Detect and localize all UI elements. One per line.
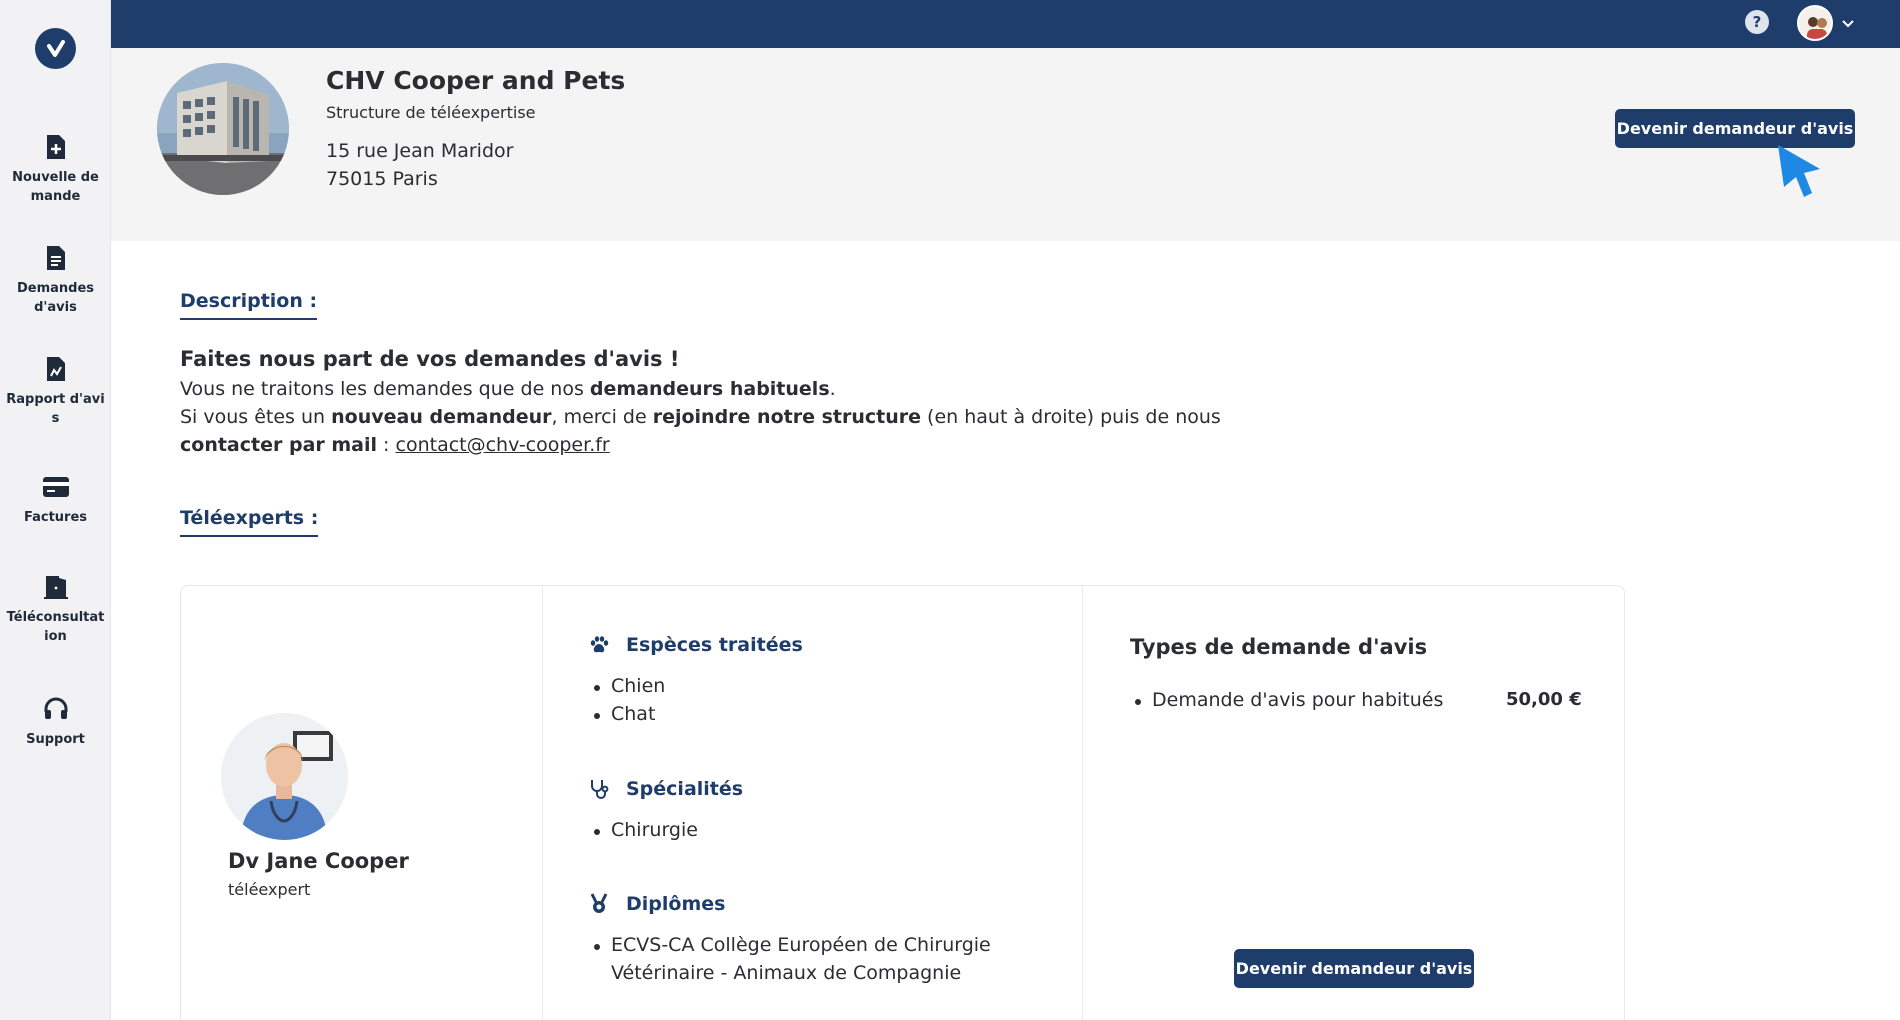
request-type-label: Demande d'avis pour habitués — [1135, 689, 1443, 711]
sidebar-item-label: Téléconsultation — [6, 610, 105, 644]
species-title: Espèces traitées — [626, 634, 803, 656]
building-image — [157, 63, 289, 195]
paw-icon — [588, 634, 610, 656]
help-icon[interactable]: ? — [1745, 10, 1769, 34]
address-street: 15 rue Jean Maridor — [326, 140, 514, 162]
chevron-down-icon[interactable] — [1840, 15, 1856, 31]
species-item: Chat — [594, 703, 655, 725]
credit-card-icon — [41, 472, 71, 502]
text-bold: contacter par mail — [180, 434, 378, 456]
file-text-icon — [41, 243, 71, 273]
file-plus-icon — [41, 132, 71, 162]
sidebar-item-label: Support — [26, 732, 85, 747]
top-bar — [111, 0, 1900, 48]
diploma-continuation-text: Vétérinaire - Animaux de Compagnie — [611, 962, 962, 984]
stethoscope-icon — [588, 778, 610, 800]
text-span: Si vous êtes un — [180, 406, 332, 428]
text-span: , merci de — [551, 406, 653, 428]
sidebar-item-demandes-avis[interactable]: Demandes d'avis — [0, 243, 111, 317]
expert-role: téléexpert — [228, 880, 311, 899]
request-types-title: Types de demande d'avis — [1130, 635, 1428, 659]
text-span: : — [377, 434, 396, 456]
address-city: 75015 Paris — [326, 168, 438, 190]
clinic-photo — [157, 63, 289, 195]
diploma-item-continued: Vétérinaire - Animaux de Compagnie — [594, 962, 961, 984]
sidebar-item-nouvelle-demande[interactable]: Nouvelle demande — [0, 132, 111, 206]
diplomas-title: Diplômes — [626, 893, 726, 915]
become-requester-button-card[interactable]: Devenir demandeur d'avis — [1234, 949, 1474, 988]
medal-icon — [588, 893, 610, 915]
column-divider — [1082, 585, 1083, 1020]
expert-name: Dv Jane Cooper — [228, 849, 409, 873]
expert-photo — [221, 713, 348, 840]
structure-type: Structure de téléexpertise — [326, 103, 536, 122]
request-type-price: 50,00 € — [1506, 689, 1582, 710]
sidebar-item-label: Rapport d'avis — [6, 392, 105, 426]
sidebar-item-factures[interactable]: Factures — [0, 472, 111, 527]
structure-name: CHV Cooper and Pets — [326, 66, 626, 95]
teleexperts-title: Téléexperts : — [180, 507, 319, 537]
app-logo[interactable] — [35, 28, 76, 69]
sidebar-item-label: Nouvelle demande — [12, 170, 99, 204]
door-exit-icon — [41, 572, 71, 602]
column-divider — [542, 585, 543, 1020]
sidebar-item-support[interactable]: Support — [0, 694, 111, 749]
diplomas-heading: Diplômes — [588, 893, 725, 915]
species-heading: Espèces traitées — [588, 634, 803, 656]
specialty-item: Chirurgie — [594, 819, 698, 841]
text-bold: rejoindre notre structure — [652, 406, 922, 428]
sidebar: Nouvelle demande Demandes d'avis Rapport… — [0, 0, 111, 1020]
user-avatar[interactable] — [1797, 5, 1833, 41]
headset-icon — [41, 694, 71, 724]
file-chart-icon — [41, 354, 71, 384]
sidebar-item-teleconsultation[interactable]: Téléconsultation — [0, 572, 111, 646]
sidebar-item-label: Factures — [23, 510, 88, 525]
specialties-title: Spécialités — [626, 778, 744, 800]
species-item: Chien — [594, 675, 665, 697]
text-bold: nouveau demandeur — [331, 406, 552, 428]
description-title: Description : — [180, 290, 318, 320]
description-headline: Faites nous part de vos demandes d'avis … — [180, 347, 680, 371]
contact-email-link[interactable]: contact@chv-cooper.fr — [396, 434, 610, 456]
sidebar-item-rapport-avis[interactable]: Rapport d'avis — [0, 354, 111, 428]
mouse-cursor-icon — [1776, 143, 1824, 201]
description-line-2: Si vous êtes un nouveau demandeur, merci… — [180, 406, 1221, 428]
vet-portrait-image — [221, 713, 348, 840]
text-span: (en haut à droite) puis de nous — [921, 406, 1221, 428]
text-span: . — [829, 378, 836, 400]
description-line-1: Vous ne traitons les demandes que de nos… — [180, 378, 836, 400]
text-span: Vous ne traitons les demandes que de nos — [180, 378, 590, 400]
specialties-heading: Spécialités — [588, 778, 743, 800]
diploma-item: ECVS-CA Collège Européen de Chirurgie — [594, 934, 991, 956]
description-line-3: contacter par mail : contact@chv-cooper.… — [180, 434, 610, 456]
check-logo-icon — [46, 39, 65, 57]
sidebar-item-label: Demandes d'avis — [16, 281, 95, 315]
text-bold: demandeurs habituels — [589, 378, 830, 400]
